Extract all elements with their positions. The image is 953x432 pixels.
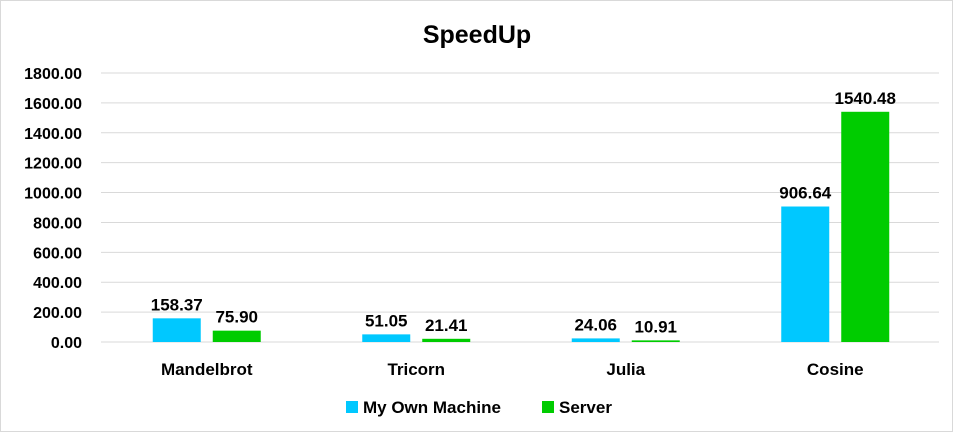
chart-frame: SpeedUp 0.00 200.00 400.00 600.00 800.00 1000… bbox=[0, 0, 953, 432]
bar-julia-server bbox=[631, 340, 680, 342]
legend: My Own Machine Server bbox=[346, 398, 612, 417]
y-tick-label: 1600.00 bbox=[24, 96, 82, 113]
data-label: 75.90 bbox=[215, 308, 258, 327]
y-tick-label: 1000.00 bbox=[24, 186, 82, 203]
data-label: 51.05 bbox=[365, 311, 408, 330]
bar-cosine-server bbox=[841, 111, 890, 343]
data-label: 1540.48 bbox=[835, 89, 896, 108]
y-tick-label: 1800.00 bbox=[24, 66, 82, 83]
x-tick-label-tricorn: Tricorn bbox=[387, 360, 445, 379]
x-tick-label-cosine: Cosine bbox=[807, 360, 864, 379]
legend-label-server: Server bbox=[559, 398, 612, 417]
x-tick-label-mandelbrot: Mandelbrot bbox=[161, 360, 253, 379]
bar-tricorn-my-own-machine bbox=[362, 334, 411, 342]
y-tick-label: 200.00 bbox=[33, 305, 82, 322]
y-tick-label: 800.00 bbox=[33, 215, 82, 232]
y-tick-label: 1400.00 bbox=[24, 126, 82, 143]
bar-cosine-my-own-machine bbox=[781, 206, 830, 342]
x-axis-tick-labels: Mandelbrot Tricorn Julia Cosine bbox=[161, 360, 864, 379]
data-label: 24.06 bbox=[574, 315, 617, 334]
chart-title: SpeedUp bbox=[423, 21, 531, 49]
y-tick-label: 600.00 bbox=[33, 245, 82, 262]
bar-mandelbrot-server bbox=[212, 330, 261, 342]
bar-mandelbrot-my-own-machine bbox=[152, 318, 201, 342]
legend-swatch-my-own-machine bbox=[346, 401, 358, 413]
legend-swatch-server bbox=[542, 401, 554, 413]
speedup-bar-chart: SpeedUp 0.00 200.00 400.00 600.00 800.00 1000… bbox=[24, 21, 939, 417]
data-label: 10.91 bbox=[634, 317, 677, 336]
bar-tricorn-server bbox=[422, 338, 471, 342]
y-tick-label: 400.00 bbox=[33, 275, 82, 292]
data-label: 906.64 bbox=[779, 184, 832, 203]
y-tick-label: 0.00 bbox=[51, 335, 82, 352]
bar-julia-my-own-machine bbox=[571, 338, 620, 342]
bars bbox=[152, 111, 890, 343]
y-axis-tick-labels: 0.00 200.00 400.00 600.00 800.00 1000.00 1200.… bbox=[24, 66, 82, 352]
y-tick-label: 1200.00 bbox=[24, 156, 82, 173]
x-tick-label-julia: Julia bbox=[606, 360, 645, 379]
legend-label-my-own-machine: My Own Machine bbox=[363, 398, 501, 417]
data-label: 21.41 bbox=[425, 316, 468, 335]
data-label: 158.37 bbox=[151, 295, 203, 314]
